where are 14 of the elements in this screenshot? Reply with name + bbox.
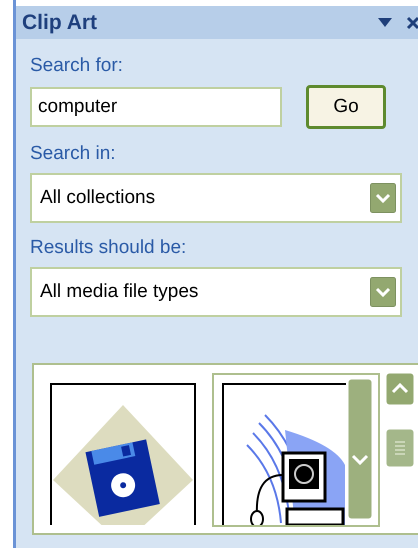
collections-dropdown[interactable]: All collections <box>30 173 402 223</box>
results-type-label: Results should be: <box>30 237 188 259</box>
media-types-dropdown[interactable]: All media file types <box>30 267 402 317</box>
search-for-label: Search for: <box>30 55 124 77</box>
clip-art-item[interactable] <box>48 381 198 527</box>
pane-title: Clip Art <box>22 10 98 34</box>
clip-art-item[interactable] <box>212 373 380 527</box>
scroll-up-icon[interactable] <box>386 373 414 405</box>
search-field[interactable]: computer <box>30 87 282 127</box>
search-in-label: Search in: <box>30 143 117 165</box>
pane-menu-icon[interactable] <box>378 18 392 27</box>
close-icon[interactable] <box>406 16 418 30</box>
scroll-thumb[interactable] <box>386 429 414 467</box>
go-button[interactable]: Go <box>306 85 386 129</box>
